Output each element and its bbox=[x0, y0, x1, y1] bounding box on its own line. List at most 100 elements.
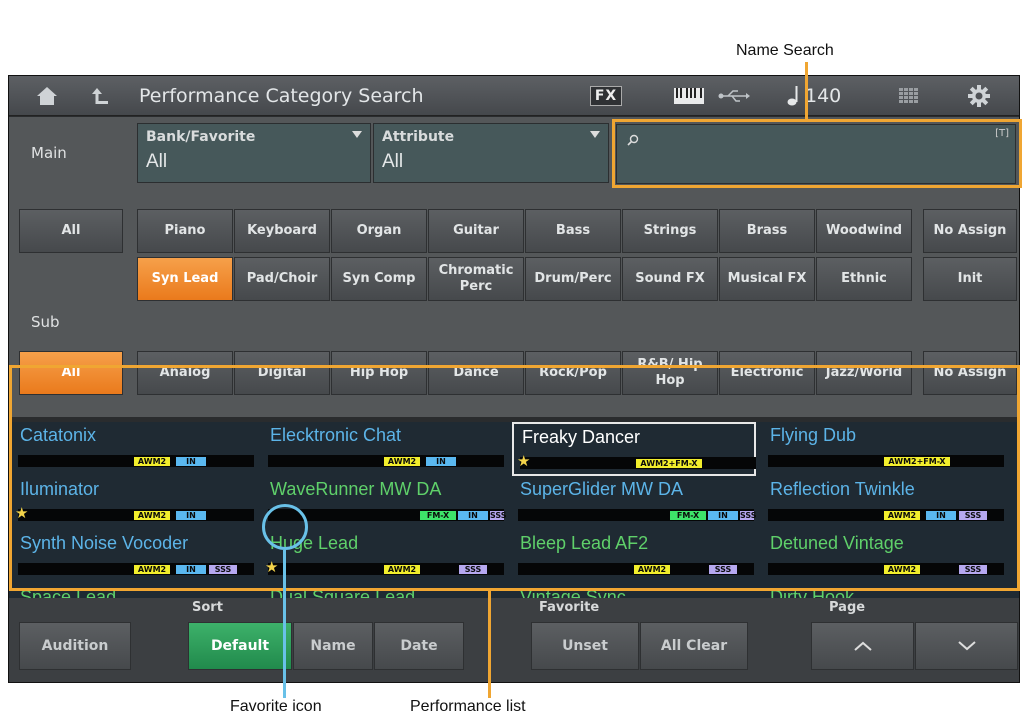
main-category-button[interactable]: Syn Comp bbox=[331, 257, 427, 301]
sort-date-button[interactable]: Date bbox=[374, 622, 464, 670]
performance-item[interactable]: Catatonix AWM2 IN bbox=[12, 422, 256, 476]
sub-label: Sub bbox=[31, 313, 60, 331]
performance-name: Detuned Vintage bbox=[770, 533, 904, 553]
chevron-down-icon bbox=[957, 641, 976, 651]
tempo-value[interactable]: 140 bbox=[805, 76, 855, 116]
main-all-button[interactable]: All bbox=[19, 209, 123, 253]
attribute-label: Attribute bbox=[382, 129, 455, 145]
main-category-button[interactable]: Strings bbox=[622, 209, 718, 253]
engine-badge: IN bbox=[176, 565, 206, 574]
main-category-button[interactable]: Piano bbox=[137, 209, 233, 253]
bank-favorite-dropdown[interactable]: Bank/Favorite All bbox=[137, 123, 371, 183]
main-category-button[interactable]: Bass bbox=[525, 209, 621, 253]
favorite-icon-circle bbox=[262, 504, 308, 550]
search-icon bbox=[627, 131, 639, 150]
performance-list-callout: Performance list bbox=[410, 698, 526, 715]
performance-list-leader bbox=[488, 590, 491, 698]
engine-badge: AWM2 bbox=[384, 457, 420, 466]
main-category-button[interactable]: Drum/Perc bbox=[525, 257, 621, 301]
sub-category-button[interactable]: Electronic bbox=[719, 351, 815, 395]
performance-name: SuperGlider MW DA bbox=[520, 479, 684, 499]
sort-name-button[interactable]: Name bbox=[293, 622, 373, 670]
engine-badge: AWM2 bbox=[134, 565, 170, 574]
page-down-button[interactable] bbox=[915, 622, 1018, 670]
chevron-up-icon bbox=[853, 641, 872, 651]
engine-badge: AWM2+FM-X bbox=[884, 457, 950, 466]
main-category-button[interactable]: Pad/Choir bbox=[234, 257, 330, 301]
page-group-label: Page bbox=[829, 600, 866, 615]
engine-badge: IN bbox=[176, 511, 206, 520]
attribute-dropdown[interactable]: Attribute All bbox=[373, 123, 609, 183]
performance-item[interactable]: Elecktronic Chat AWM2 IN bbox=[262, 422, 506, 476]
bank-favorite-value: All bbox=[146, 151, 168, 172]
main-category-button[interactable]: Guitar bbox=[428, 209, 524, 253]
performance-name: Iluminator bbox=[20, 479, 100, 499]
home-icon[interactable] bbox=[27, 76, 67, 116]
sub-category-button[interactable]: Dance bbox=[428, 351, 524, 395]
main-no-assign-button[interactable]: No Assign bbox=[923, 209, 1017, 253]
favorite-star-icon: ★ bbox=[15, 504, 29, 522]
main-label: Main bbox=[31, 144, 67, 162]
usb-icon bbox=[714, 76, 754, 116]
text-input-tag: [T] bbox=[995, 128, 1009, 139]
search-section: Main Bank/Favorite All Attribute All [T]… bbox=[9, 117, 1019, 417]
sub-category-button[interactable]: Digital bbox=[234, 351, 330, 395]
chevron-down-icon bbox=[590, 131, 600, 138]
engine-badge: SSS bbox=[459, 565, 487, 574]
sub-category-button[interactable]: Analog bbox=[137, 351, 233, 395]
performance-name: Freaky Dancer bbox=[522, 427, 641, 447]
main-init-button[interactable]: Init bbox=[923, 257, 1017, 301]
performance-item[interactable]: SuperGlider MW DA FM-X IN SSS bbox=[512, 476, 757, 530]
sub-category-button[interactable]: Jazz/World bbox=[816, 351, 912, 395]
performance-item[interactable]: Reflection Twinkle AWM2 IN SSS bbox=[762, 476, 1006, 530]
fx-indicator[interactable]: FX bbox=[581, 76, 631, 116]
main-category-button[interactable]: Woodwind bbox=[816, 209, 912, 253]
sub-category-button[interactable]: Rock/Pop bbox=[525, 351, 621, 395]
main-category-button[interactable]: Brass bbox=[719, 209, 815, 253]
main-category-button[interactable]: Ethnic bbox=[816, 257, 912, 301]
performance-name: Elecktronic Chat bbox=[270, 425, 402, 445]
back-arrow-icon[interactable] bbox=[81, 76, 121, 116]
grid-icon[interactable] bbox=[889, 76, 929, 116]
main-category-button[interactable]: Organ bbox=[331, 209, 427, 253]
performance-item[interactable]: Detuned Vintage AWM2 SSS bbox=[762, 530, 1006, 584]
favorite-all-clear-button[interactable]: All Clear bbox=[640, 622, 748, 670]
main-category-button[interactable]: Keyboard bbox=[234, 209, 330, 253]
favorite-star-icon: ★ bbox=[517, 452, 531, 470]
sort-default-button[interactable]: Default bbox=[188, 622, 292, 670]
main-category-button[interactable]: Musical FX bbox=[719, 257, 815, 301]
engine-badge: SSS bbox=[959, 511, 987, 520]
gear-icon[interactable] bbox=[959, 76, 999, 116]
favorite-group-label: Favorite bbox=[539, 600, 600, 615]
page-up-button[interactable] bbox=[811, 622, 914, 670]
name-search-field[interactable]: [T] bbox=[616, 124, 1016, 184]
favorite-icon-callout: Favorite icon bbox=[230, 698, 322, 715]
sub-no-assign-button[interactable]: No Assign bbox=[923, 351, 1017, 395]
engine-badge: FM-X bbox=[670, 511, 706, 520]
performance-name: Reflection Twinkle bbox=[770, 479, 915, 499]
sub-category-button[interactable]: Hip Hop bbox=[331, 351, 427, 395]
audition-button[interactable]: Audition bbox=[19, 622, 131, 670]
performance-item[interactable]: Bleep Lead AF2 AWM2 SSS bbox=[512, 530, 756, 584]
performance-item[interactable]: Synth Noise Vocoder AWM2 IN SSS bbox=[12, 530, 256, 584]
main-category-button[interactable]: Chromatic Perc bbox=[428, 257, 524, 301]
sub-category-button[interactable]: R&B/ Hip Hop bbox=[622, 351, 718, 395]
performance-name: Catatonix bbox=[20, 425, 97, 445]
main-category-button-syn-lead[interactable]: Syn Lead bbox=[137, 257, 233, 301]
engine-badge: IN bbox=[708, 511, 738, 520]
note-icon bbox=[783, 76, 805, 116]
performance-name: Bleep Lead AF2 bbox=[520, 533, 649, 553]
top-bar: Performance Category Search FX 140 bbox=[9, 76, 1019, 116]
performance-item[interactable]: Iluminator ★ AWM2 IN bbox=[12, 476, 256, 530]
engine-badge: FM-X bbox=[420, 511, 456, 520]
bottom-bar: Sort Favorite Page Audition Default Name… bbox=[9, 598, 1019, 682]
engine-badge: IN bbox=[426, 457, 456, 466]
favorite-unset-button[interactable]: Unset bbox=[531, 622, 639, 670]
engine-badge: AWM2 bbox=[884, 511, 920, 520]
performance-category-search-screen: Performance Category Search FX 140 Main … bbox=[8, 75, 1020, 683]
sub-all-button[interactable]: All bbox=[19, 351, 123, 395]
performance-item[interactable]: Flying Dub AWM2+FM-X bbox=[762, 422, 1006, 476]
performance-item[interactable]: Freaky Dancer ★ AWM2+FM-X bbox=[512, 422, 756, 476]
main-category-button[interactable]: Sound FX bbox=[622, 257, 718, 301]
attribute-value: All bbox=[382, 151, 404, 172]
